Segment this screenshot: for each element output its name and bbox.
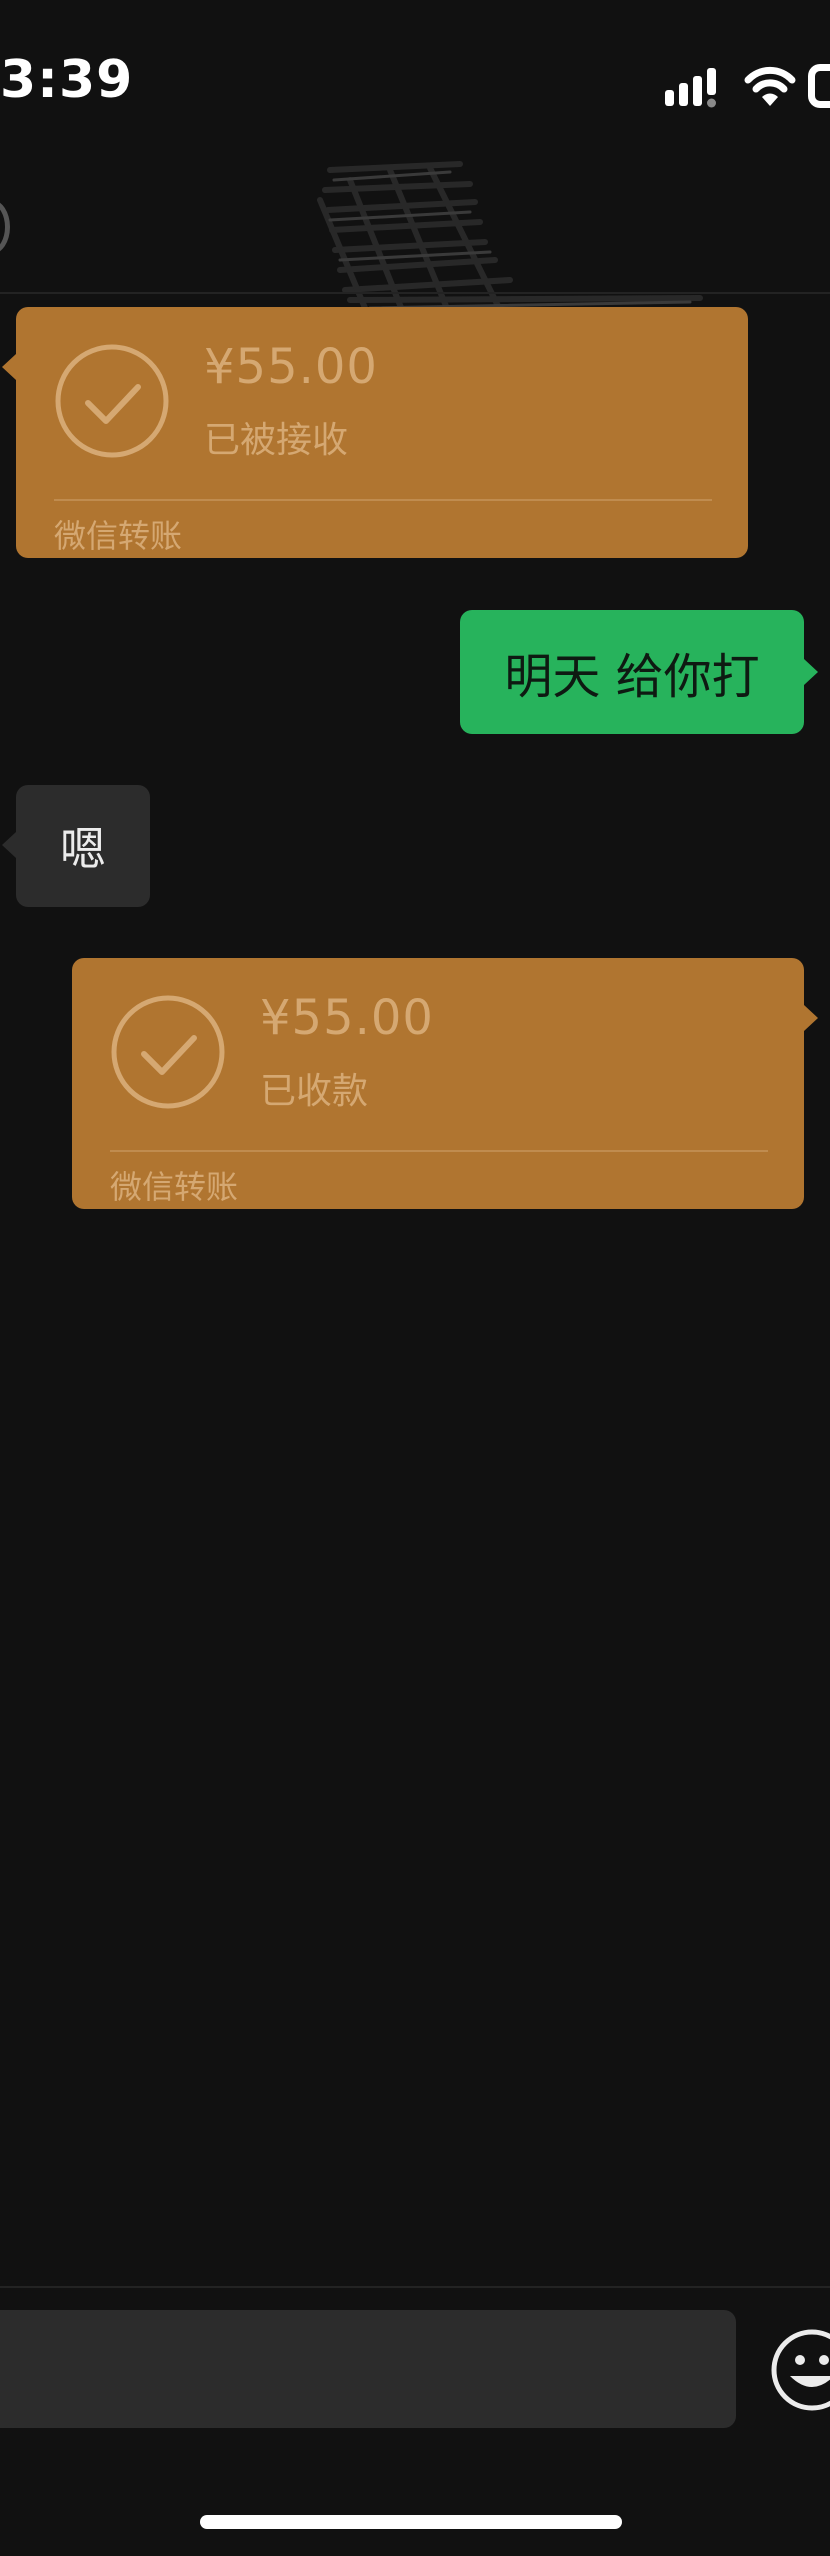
emoji-icon[interactable]	[768, 2326, 830, 2414]
transfer-amount: ¥55.00	[260, 990, 434, 1046]
transfer-footer: 微信转账	[54, 517, 183, 555]
transfer-amount: ¥55.00	[204, 339, 378, 395]
transfer-status: 已被接收	[204, 420, 349, 461]
transfer-card-sent[interactable]: ¥55.00 已收款 微信转账	[72, 958, 804, 1209]
transfer-card-received[interactable]: ¥55.00 已被接收 微信转账	[16, 307, 748, 558]
received-bubble-tail	[2, 832, 16, 858]
check-circle-icon	[111, 995, 225, 1109]
chat-screen: 3:39 ¥55.00 已被接收 微信转账 明天 给你打 嗯 ¥55.00 已收…	[0, 0, 830, 2556]
battery-icon	[808, 64, 830, 108]
received-message-bubble[interactable]: 嗯	[16, 785, 150, 907]
nav-divider	[0, 292, 830, 294]
wifi-icon	[744, 66, 796, 106]
transfer-card-tail	[804, 1005, 818, 1031]
message-input[interactable]	[0, 2310, 736, 2428]
home-indicator	[200, 2515, 622, 2529]
sent-bubble-tail	[804, 659, 818, 685]
sent-message-bubble[interactable]: 明天 给你打	[460, 610, 804, 734]
check-circle-icon	[55, 344, 169, 458]
transfer-footer: 微信转账	[110, 1168, 239, 1206]
input-divider	[0, 2286, 830, 2288]
transfer-status: 已收款	[260, 1071, 369, 1112]
back-button[interactable]	[0, 200, 10, 254]
card-divider	[54, 499, 712, 501]
signal-icon	[665, 68, 716, 108]
card-divider	[110, 1150, 768, 1152]
status-time: 3:39	[0, 50, 134, 110]
transfer-card-tail	[2, 354, 16, 380]
